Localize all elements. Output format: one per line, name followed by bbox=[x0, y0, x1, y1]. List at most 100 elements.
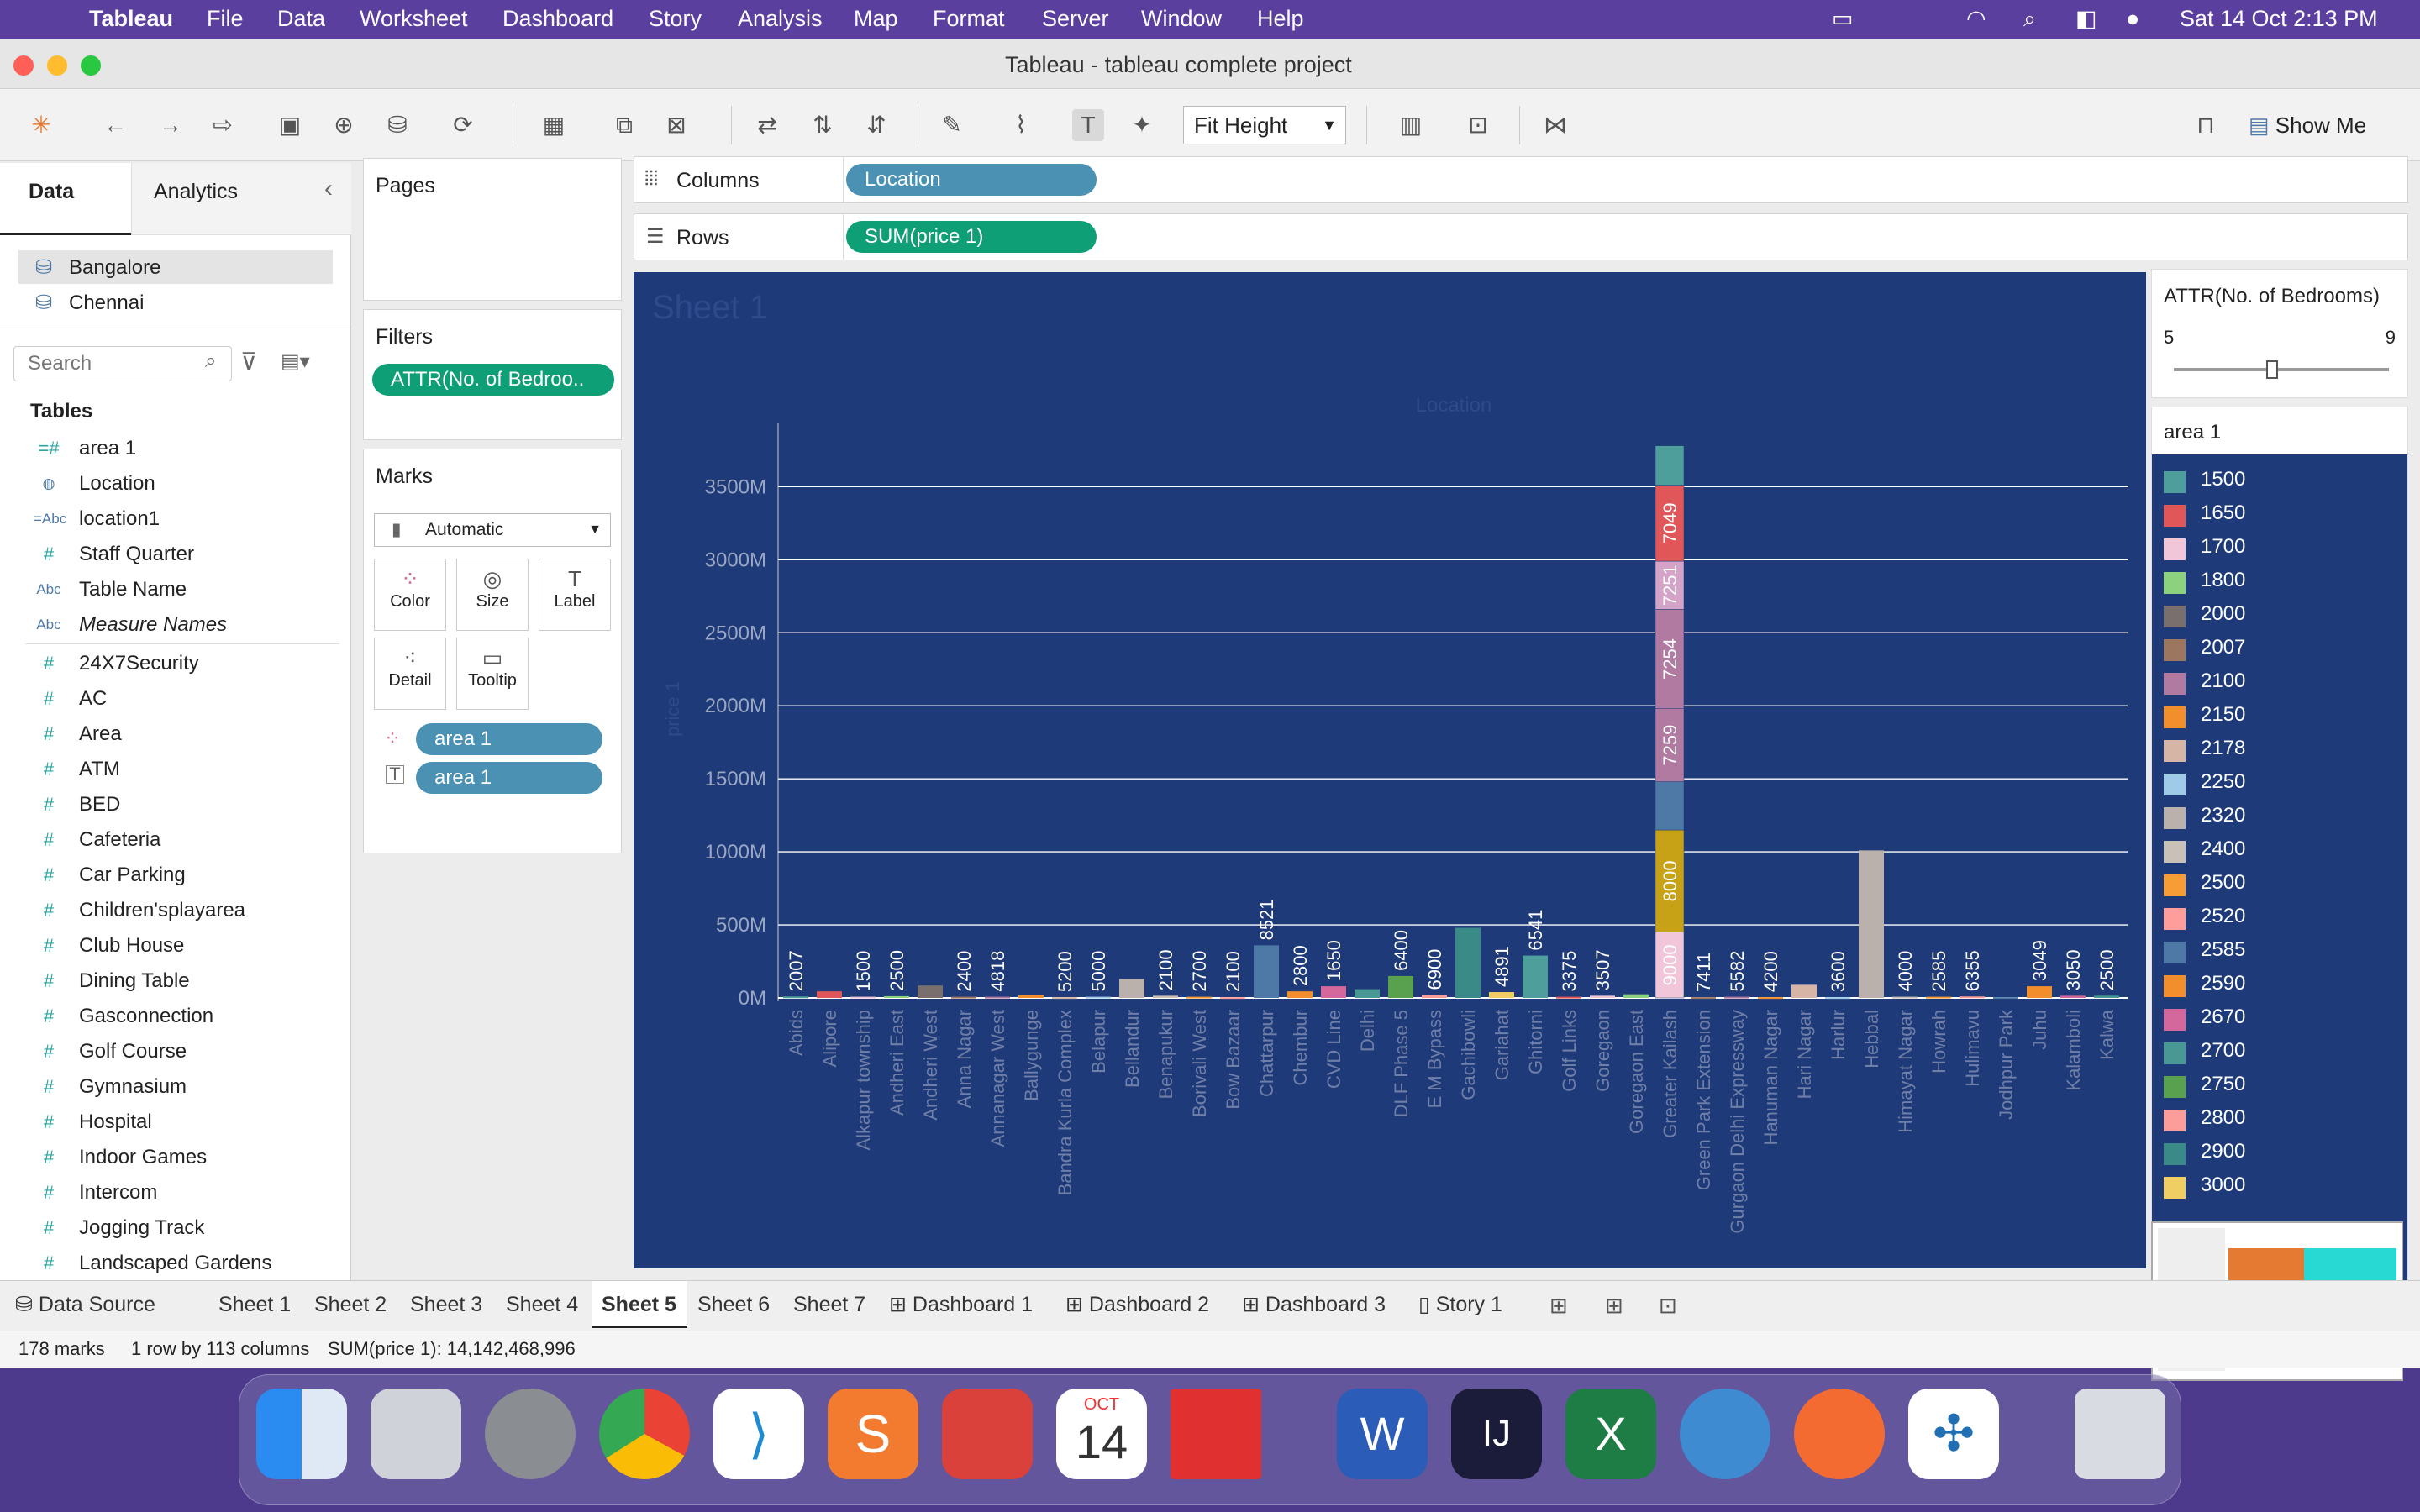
tableplus-icon[interactable] bbox=[1680, 1389, 1770, 1479]
menu-story[interactable]: Story bbox=[649, 6, 702, 32]
new-data-source-icon[interactable]: ⊕ bbox=[328, 109, 360, 141]
field-item[interactable]: # Area bbox=[0, 717, 350, 751]
menu-window[interactable]: Window bbox=[1141, 6, 1222, 32]
undo-icon[interactable]: ← bbox=[99, 109, 131, 141]
menu-worksheet[interactable]: Worksheet bbox=[360, 6, 468, 32]
clear-sheet-icon[interactable]: ⊠ bbox=[660, 109, 692, 141]
field-item[interactable]: # Landscaped Gardens bbox=[0, 1247, 350, 1280]
menu-dashboard[interactable]: Dashboard bbox=[502, 6, 613, 32]
tab-sheet-6[interactable]: Sheet 6 bbox=[687, 1281, 783, 1328]
field-item[interactable]: # Intercom bbox=[0, 1176, 350, 1210]
data-source-chennai[interactable]: ⛁ Chennai bbox=[18, 286, 333, 319]
new-dashboard-tab-icon[interactable]: ⊞ bbox=[1605, 1293, 1623, 1319]
share-icon[interactable]: ⋈ bbox=[1539, 109, 1571, 141]
refresh-icon[interactable]: ⟳ bbox=[447, 109, 479, 141]
tab-sheet-3[interactable]: Sheet 3 bbox=[400, 1281, 496, 1328]
calendar-icon[interactable]: OCT 14 bbox=[1056, 1389, 1147, 1479]
swap-rows-columns-icon[interactable]: ⇄ bbox=[751, 109, 783, 141]
field-item[interactable]: # Staff Quarter bbox=[0, 538, 350, 571]
format-painter-icon[interactable]: ⊓ bbox=[2190, 109, 2222, 141]
menu-analysis[interactable]: Analysis bbox=[738, 6, 823, 32]
collapse-pane-icon[interactable]: ‹ bbox=[324, 175, 333, 203]
field-item[interactable]: # Car Parking bbox=[0, 858, 350, 892]
new-story-tab-icon[interactable]: ⊡ bbox=[1659, 1293, 1677, 1319]
menu-file[interactable]: File bbox=[207, 6, 244, 32]
office-icon[interactable] bbox=[1171, 1389, 1261, 1479]
battery-icon[interactable]: ▭ bbox=[1832, 6, 1854, 32]
save-icon[interactable]: ▣ bbox=[274, 109, 306, 141]
wifi-icon[interactable]: ◠ bbox=[1966, 6, 1986, 32]
field-item[interactable]: # Jogging Track bbox=[0, 1211, 350, 1245]
trash-icon[interactable] bbox=[2075, 1389, 2165, 1479]
field-item[interactable]: # Gasconnection bbox=[0, 1000, 350, 1033]
columns-shelf[interactable]: ⦙⦙⦙ Columns Location bbox=[634, 156, 2408, 203]
tab-story-1[interactable]: ▯ Story 1 bbox=[1408, 1281, 1543, 1328]
new-worksheet-icon[interactable]: ▦ bbox=[538, 109, 570, 141]
size-button[interactable]: ◎ Size bbox=[456, 559, 529, 631]
finder-icon[interactable] bbox=[256, 1389, 347, 1479]
data-source-bangalore[interactable]: ⛁ Bangalore bbox=[18, 250, 333, 284]
rows-pill-price[interactable]: SUM(price 1) bbox=[846, 221, 1097, 253]
field-item[interactable]: =Abc location1 bbox=[0, 502, 350, 536]
field-item[interactable]: # Dining Table bbox=[0, 964, 350, 998]
field-item[interactable]: # Club House bbox=[0, 929, 350, 963]
filter-icon[interactable]: ⊽ bbox=[240, 348, 258, 375]
field-item[interactable]: # Children'splayarea bbox=[0, 894, 350, 927]
label-button[interactable]: T Label bbox=[539, 559, 611, 631]
search-input[interactable] bbox=[13, 346, 232, 381]
word-icon[interactable]: W bbox=[1337, 1389, 1428, 1479]
intellij-icon[interactable]: IJ bbox=[1451, 1389, 1542, 1479]
menu-data[interactable]: Data bbox=[277, 6, 325, 32]
columns-pill-location[interactable]: Location bbox=[846, 164, 1097, 196]
data-source-icon[interactable]: ⛁ bbox=[381, 109, 413, 141]
tab-sheet-5[interactable]: Sheet 5 bbox=[592, 1281, 687, 1328]
menu-format[interactable]: Format bbox=[933, 6, 1005, 32]
tableau-dock-icon[interactable]: ✣ bbox=[1908, 1389, 1999, 1479]
tab-dashboard-2[interactable]: ⊞ Dashboard 2 bbox=[1055, 1281, 1232, 1328]
group-members-icon[interactable]: ⌇ bbox=[1005, 109, 1037, 141]
field-item[interactable]: # Gymnasium bbox=[0, 1070, 350, 1104]
highlight-icon[interactable]: ✎ bbox=[936, 109, 968, 141]
redo-icon[interactable]: → bbox=[155, 109, 187, 141]
tooltip-button[interactable]: ▭ Tooltip bbox=[456, 638, 529, 710]
fix-axes-icon[interactable]: ✦ bbox=[1126, 109, 1158, 141]
tab-sheet-4[interactable]: Sheet 4 bbox=[496, 1281, 592, 1328]
field-item[interactable]: =# area 1 bbox=[0, 432, 350, 465]
chrome-icon[interactable] bbox=[599, 1389, 690, 1479]
menu-app-name[interactable]: Tableau bbox=[89, 6, 173, 32]
field-item[interactable]: # Hospital bbox=[0, 1105, 350, 1139]
field-item[interactable]: #24X7Security bbox=[0, 647, 350, 680]
tab-dashboard-1[interactable]: ⊞ Dashboard 1 bbox=[879, 1281, 1055, 1328]
show-cards-icon[interactable]: ▥ bbox=[1395, 109, 1427, 141]
filter-pill-bedrooms[interactable]: ATTR(No. of Bedroo.. bbox=[372, 364, 614, 396]
maximize-window-button[interactable] bbox=[81, 55, 101, 76]
tab-data[interactable]: Data bbox=[0, 163, 131, 235]
vscode-icon[interactable]: ⟩ bbox=[713, 1389, 804, 1479]
minimize-window-button[interactable] bbox=[47, 55, 67, 76]
rows-shelf[interactable]: ☰ Rows SUM(price 1) bbox=[634, 213, 2408, 260]
postman-icon[interactable] bbox=[1794, 1389, 1885, 1479]
field-item[interactable]: # Indoor Games bbox=[0, 1141, 350, 1174]
field-item[interactable]: Abc Measure Names bbox=[0, 608, 350, 642]
presentation-mode-icon[interactable]: ⊡ bbox=[1462, 109, 1494, 141]
field-item[interactable]: # Golf Course bbox=[0, 1035, 350, 1068]
system-settings-icon[interactable] bbox=[485, 1389, 576, 1479]
new-worksheet-tab-icon[interactable]: ⊞ bbox=[1549, 1293, 1568, 1319]
range-slider-track[interactable] bbox=[2174, 368, 2389, 371]
range-slider-handle[interactable] bbox=[2266, 360, 2278, 379]
tab-data-source[interactable]: ⛁ Data Source bbox=[15, 1281, 208, 1328]
remote-desktop-icon[interactable] bbox=[942, 1389, 1033, 1479]
menu-map[interactable]: Map bbox=[854, 6, 898, 32]
sort-ascending-icon[interactable]: ⇅ bbox=[807, 109, 839, 141]
replay-icon[interactable]: ⇨ bbox=[207, 109, 239, 141]
menu-help[interactable]: Help bbox=[1257, 6, 1304, 32]
tab-sheet-2[interactable]: Sheet 2 bbox=[304, 1281, 400, 1328]
field-item[interactable]: ◍ Location bbox=[0, 467, 350, 501]
field-item[interactable]: # BED bbox=[0, 788, 350, 822]
siri-icon[interactable]: ● bbox=[2126, 6, 2139, 32]
tab-analytics[interactable]: Analytics bbox=[131, 163, 351, 235]
spotlight-search-icon[interactable]: ⌕ bbox=[2023, 6, 2036, 33]
detail-button[interactable]: ⁖ Detail bbox=[374, 638, 446, 710]
field-item[interactable]: # AC bbox=[0, 682, 350, 716]
excel-icon[interactable]: X bbox=[1565, 1389, 1656, 1479]
